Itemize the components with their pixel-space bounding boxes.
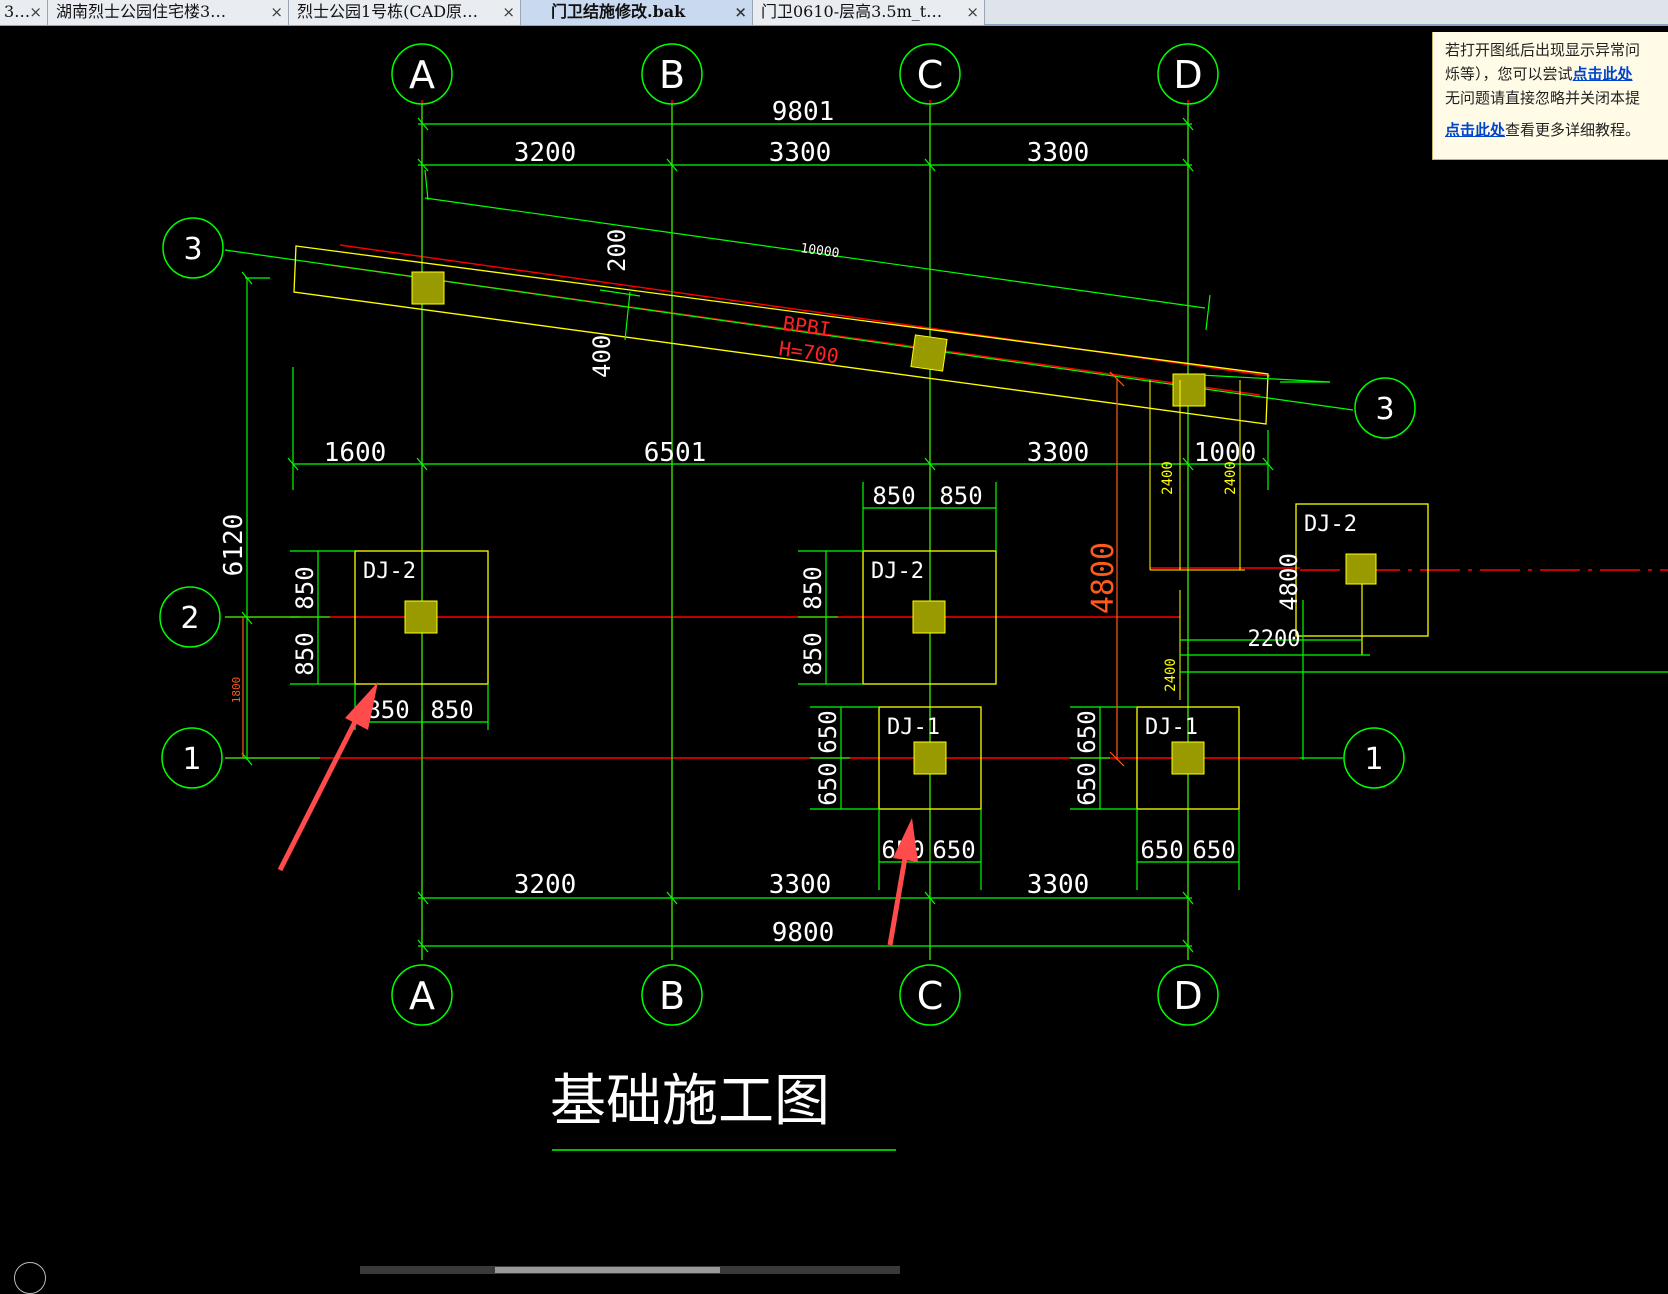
dim-mid: 3300 [1027, 438, 1090, 468]
dim-2400: 2400 [1163, 658, 1179, 692]
close-icon[interactable]: × [270, 0, 283, 24]
footing-dj1-d[interactable]: DJ-1 650 650 650 650 [1070, 706, 1240, 890]
footing-dim: 650 [814, 762, 842, 805]
dim-top: 3300 [1027, 138, 1090, 168]
dim-mid: 6501 [644, 438, 707, 468]
grid-lines [225, 100, 1668, 960]
document-tab-bar: 3… × 湖南烈士公园住宅楼3… × 烈士公园1号栋(CAD原… × 门卫结施修… [0, 0, 1668, 26]
axis-label-left: 3 [183, 232, 202, 267]
footing-label: DJ-2 [871, 559, 924, 584]
footing-dim: 650 [1140, 836, 1183, 864]
horizontal-scrollbar[interactable] [360, 1266, 900, 1274]
dim-top: 3300 [769, 138, 832, 168]
beam-width-1: 200 [603, 229, 631, 272]
tab-3[interactable]: 烈士公园1号栋(CAD原… × [289, 0, 521, 25]
close-icon[interactable]: × [502, 0, 515, 24]
axis-bubbles-top [391, 43, 1219, 105]
status-circle-icon [14, 1262, 46, 1294]
footing-dim: 650 [1073, 762, 1101, 805]
dim-bottom: 3200 [514, 870, 577, 900]
axis-bubbles-side [159, 217, 1416, 789]
notice-line: 无问题请直接忽略并关闭本提 [1445, 89, 1641, 107]
dim-top: 3200 [514, 138, 577, 168]
axis-label-top: B [659, 53, 685, 97]
cad-drawing-canvas[interactable]: A B C D A B C D 3 2 1 3 1 9801 3200 3300… [0, 26, 1668, 1274]
footing-label: DJ-1 [1145, 715, 1198, 740]
tab-active[interactable]: 门卫结施修改.bak × [521, 0, 753, 25]
footing-dim: 850 [430, 696, 473, 724]
footing-dim: 650 [1192, 836, 1235, 864]
beam-width-2: 400 [588, 335, 616, 378]
axis-leader-lines [224, 104, 1354, 960]
beam-height: H=700 [777, 336, 840, 368]
tab-label: 湖南烈士公园住宅楼3… [56, 2, 227, 21]
dim-2200: 2200 [1248, 627, 1301, 652]
footing-dim: 850 [939, 482, 982, 510]
notice-line: 查看更多详细教程。 [1505, 121, 1641, 139]
dim-top-total: 9801 [772, 97, 835, 127]
axis-label-left: 2 [180, 601, 199, 636]
footing-dj1-c[interactable]: DJ-1 650 650 650 650 [810, 706, 982, 890]
footing-dim: 850 [291, 566, 319, 609]
axis-label-bottom: C [917, 974, 944, 1018]
tab-label: 门卫0610-层高3.5m_t… [761, 2, 943, 21]
axis-label-top: D [1173, 53, 1202, 97]
notice-line: 烁等），您可以尝试 [1445, 65, 1573, 83]
footing-dj2-right[interactable]: DJ-2 [1295, 503, 1429, 655]
tab-label: 3… [4, 2, 31, 21]
dim-4800: 4800 [1275, 553, 1303, 611]
scrollbar-thumb[interactable] [495, 1267, 720, 1273]
axis-label-bottom: D [1173, 974, 1202, 1018]
dim-2400: 2400 [1160, 461, 1176, 495]
footing-dim: 650 [932, 836, 975, 864]
footing-label: DJ-2 [363, 559, 416, 584]
beam-length: 10000 [799, 241, 840, 261]
dim-4800-red: 4800 [1086, 542, 1121, 614]
footing-label: DJ-1 [887, 715, 940, 740]
notice-link[interactable]: 点击此处 [1445, 121, 1505, 139]
tab-label: 门卫结施修改.bak [551, 2, 686, 21]
dim-2400: 2400 [1223, 461, 1239, 495]
close-icon[interactable]: × [966, 0, 979, 24]
axis-label-bottom: B [659, 974, 685, 1018]
columns-beam [411, 271, 1206, 407]
display-issue-notice: 若打开图纸后出现显示异常问 烁等），您可以尝试点击此处 无问题请直接忽略并关闭本… [1432, 32, 1668, 160]
dim-bottom: 3300 [769, 870, 832, 900]
drawing-title: 基础施工图 [550, 1069, 830, 1134]
mid-dimensions [287, 367, 1274, 490]
axis-label-left: 1 [182, 742, 201, 777]
dim-left-total: 6120 [219, 514, 249, 577]
dim-bottom-total: 9800 [772, 918, 835, 948]
footing-dj2-c[interactable]: DJ-2 850 850 850 850 [798, 482, 997, 685]
footing-label: DJ-2 [1304, 512, 1357, 537]
notice-line: 若打开图纸后出现显示异常问 [1445, 41, 1641, 59]
tab-2[interactable]: 湖南烈士公园住宅楼3… × [48, 0, 289, 25]
footing-dim: 850 [799, 566, 827, 609]
axis-bubbles-bottom [391, 964, 1219, 1026]
dim-mid: 1600 [324, 438, 387, 468]
footing-dim: 650 [814, 710, 842, 753]
dim-left-small: 1800 [230, 677, 243, 704]
footing-dim: 850 [291, 632, 319, 675]
footing-dj2-a[interactable]: DJ-2 850 850 850 850 [290, 550, 489, 730]
tab-1[interactable]: 3… × [0, 0, 48, 25]
tab-label: 烈士公园1号栋(CAD原… [297, 2, 479, 21]
axis-label-top: A [409, 53, 435, 97]
close-icon[interactable]: × [734, 0, 747, 24]
axis-label-right: 3 [1375, 392, 1394, 427]
axis-label-bottom: A [409, 974, 435, 1018]
footing-dim: 850 [872, 482, 915, 510]
axis-label-right: 1 [1364, 742, 1383, 777]
footing-dim: 650 [1073, 710, 1101, 753]
dim-bottom: 3300 [1027, 870, 1090, 900]
axis-label-top: C [917, 53, 944, 97]
close-icon[interactable]: × [29, 0, 42, 24]
notice-link[interactable]: 点击此处 [1573, 65, 1633, 83]
footing-dim: 850 [799, 632, 827, 675]
tab-5[interactable]: 门卫0610-层高3.5m_t… × [753, 0, 985, 25]
